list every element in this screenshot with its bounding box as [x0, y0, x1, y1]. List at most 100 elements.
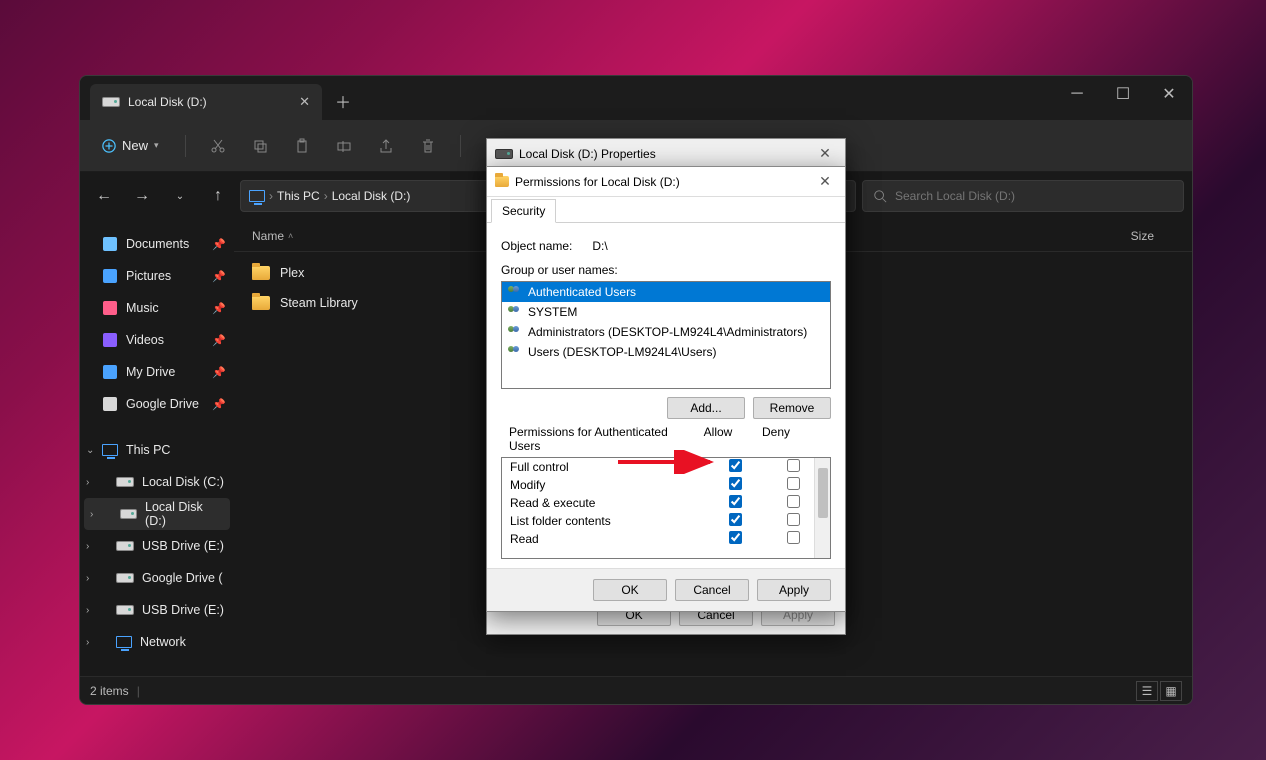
perm-ok-button[interactable]: OK [593, 579, 667, 601]
add-user-button[interactable]: Add... [667, 397, 745, 419]
user-row-1[interactable]: SYSTEM [502, 302, 830, 322]
item-count: 2 items [90, 684, 129, 698]
icons-view-button[interactable]: ▦ [1160, 681, 1182, 701]
perm-name: List folder contents [510, 514, 706, 528]
sidebar-drive-1[interactable]: ›Local Disk (D:) [84, 498, 230, 530]
sidebar-quick-2[interactable]: Music📌 [80, 292, 234, 324]
share-button[interactable] [368, 128, 404, 164]
sidebar-drive-3[interactable]: ›Google Drive ( [80, 562, 234, 594]
scrollbar[interactable] [814, 458, 830, 558]
sort-indicator-icon: ˄ [288, 231, 293, 241]
sidebar-quick-1[interactable]: Pictures📌 [80, 260, 234, 292]
deny-checkbox-2[interactable] [787, 495, 800, 508]
allow-checkbox-1[interactable] [729, 477, 742, 490]
quick-icon [102, 364, 118, 380]
recent-button[interactable]: ⌄ [164, 180, 196, 212]
perm-row-3: List folder contents [502, 512, 830, 530]
quick-icon [102, 236, 118, 252]
perm-name: Read [510, 532, 706, 546]
perm-row-2: Read & execute [502, 494, 830, 512]
allow-checkbox-4[interactable] [729, 531, 742, 544]
user-row-3[interactable]: Users (DESKTOP-LM924L4\Users) [502, 342, 830, 362]
quick-icon [102, 268, 118, 284]
perm-cancel-button[interactable]: Cancel [675, 579, 749, 601]
search-input[interactable] [862, 180, 1184, 212]
details-view-button[interactable]: ☰ [1136, 681, 1158, 701]
allow-checkbox-0[interactable] [729, 459, 742, 472]
chevron-down-icon: ▾ [154, 140, 159, 151]
pin-icon: 📌 [212, 238, 226, 251]
tab-title: Local Disk (D:) [128, 95, 207, 109]
status-bar: 2 items | ☰ ▦ [80, 676, 1192, 704]
search-field[interactable] [895, 189, 1173, 203]
sidebar-drive-2[interactable]: ›USB Drive (E:) [80, 530, 234, 562]
plus-circle-icon [102, 139, 116, 153]
sidebar-quick-5[interactable]: Google Drive📌 [80, 388, 234, 420]
new-button[interactable]: New ▾ [90, 132, 171, 159]
drive-icon [116, 541, 134, 551]
user-row-0[interactable]: Authenticated Users [502, 282, 830, 302]
sidebar-drive-0[interactable]: ›Local Disk (C:) [80, 466, 234, 498]
pin-icon: 📌 [212, 334, 226, 347]
sidebar-quick-4[interactable]: My Drive📌 [80, 356, 234, 388]
deny-checkbox-4[interactable] [787, 531, 800, 544]
deny-checkbox-0[interactable] [787, 459, 800, 472]
minimize-button[interactable]: ─ [1054, 76, 1100, 112]
column-size[interactable]: Size [1131, 229, 1154, 243]
quick-icon [102, 300, 118, 316]
allow-checkbox-3[interactable] [729, 513, 742, 526]
col-allow: Allow [689, 425, 747, 453]
deny-checkbox-3[interactable] [787, 513, 800, 526]
cut-button[interactable] [200, 128, 236, 164]
sidebar: Documents📌Pictures📌Music📌Videos📌My Drive… [80, 220, 234, 676]
copy-button[interactable] [242, 128, 278, 164]
delete-button[interactable] [410, 128, 446, 164]
users-icon [508, 286, 522, 298]
pc-icon [249, 190, 265, 202]
remove-user-button[interactable]: Remove [753, 397, 831, 419]
forward-button[interactable]: → [126, 180, 158, 212]
col-deny: Deny [747, 425, 805, 453]
permissions-titlebar[interactable]: Permissions for Local Disk (D:) ✕ [487, 167, 845, 197]
sidebar-network[interactable]: ›Network [80, 626, 234, 658]
close-button[interactable]: ✕ [1146, 76, 1192, 112]
permissions-title: Permissions for Local Disk (D:) [515, 175, 680, 189]
chevron-right-icon: › [86, 573, 89, 584]
perm-apply-button[interactable]: Apply [757, 579, 831, 601]
pin-icon: 📌 [212, 302, 226, 315]
new-tab-button[interactable]: ＋ [328, 86, 358, 116]
pin-icon: 📌 [212, 366, 226, 379]
pin-icon: 📌 [212, 270, 226, 283]
sidebar-drive-4[interactable]: ›USB Drive (E:) [80, 594, 234, 626]
users-icon [508, 346, 522, 358]
perm-row-4: Read [502, 530, 830, 548]
sidebar-quick-0[interactable]: Documents📌 [80, 228, 234, 260]
properties-titlebar[interactable]: Local Disk (D:) Properties ✕ [487, 139, 845, 169]
folder-icon [252, 296, 270, 310]
properties-close-button[interactable]: ✕ [813, 145, 837, 162]
deny-checkbox-1[interactable] [787, 477, 800, 490]
crumb-drive[interactable]: Local Disk (D:) [332, 189, 411, 203]
maximize-button[interactable]: ☐ [1100, 76, 1146, 112]
chevron-right-icon: › [86, 541, 89, 552]
paste-button[interactable] [284, 128, 320, 164]
sidebar-thispc[interactable]: ⌄This PC [80, 434, 234, 466]
permissions-close-button[interactable]: ✕ [813, 173, 837, 190]
crumb-thispc[interactable]: This PC [277, 189, 320, 203]
allow-checkbox-2[interactable] [729, 495, 742, 508]
tab-close-button[interactable]: ✕ [299, 94, 310, 110]
sidebar-quick-3[interactable]: Videos📌 [80, 324, 234, 356]
annotation-arrow [614, 450, 724, 474]
drive-icon [120, 509, 137, 519]
tab-security[interactable]: Security [491, 199, 556, 223]
up-button[interactable]: ↑ [202, 180, 234, 212]
back-button[interactable]: ← [88, 180, 120, 212]
rename-button[interactable] [326, 128, 362, 164]
user-list[interactable]: Authenticated UsersSYSTEMAdministrators … [501, 281, 831, 389]
user-row-2[interactable]: Administrators (DESKTOP-LM924L4\Administ… [502, 322, 830, 342]
folder-icon [252, 266, 270, 280]
perm-row-1: Modify [502, 476, 830, 494]
chevron-right-icon: › [90, 509, 93, 520]
perm-name: Modify [510, 478, 706, 492]
explorer-tab[interactable]: Local Disk (D:) ✕ [90, 84, 322, 120]
